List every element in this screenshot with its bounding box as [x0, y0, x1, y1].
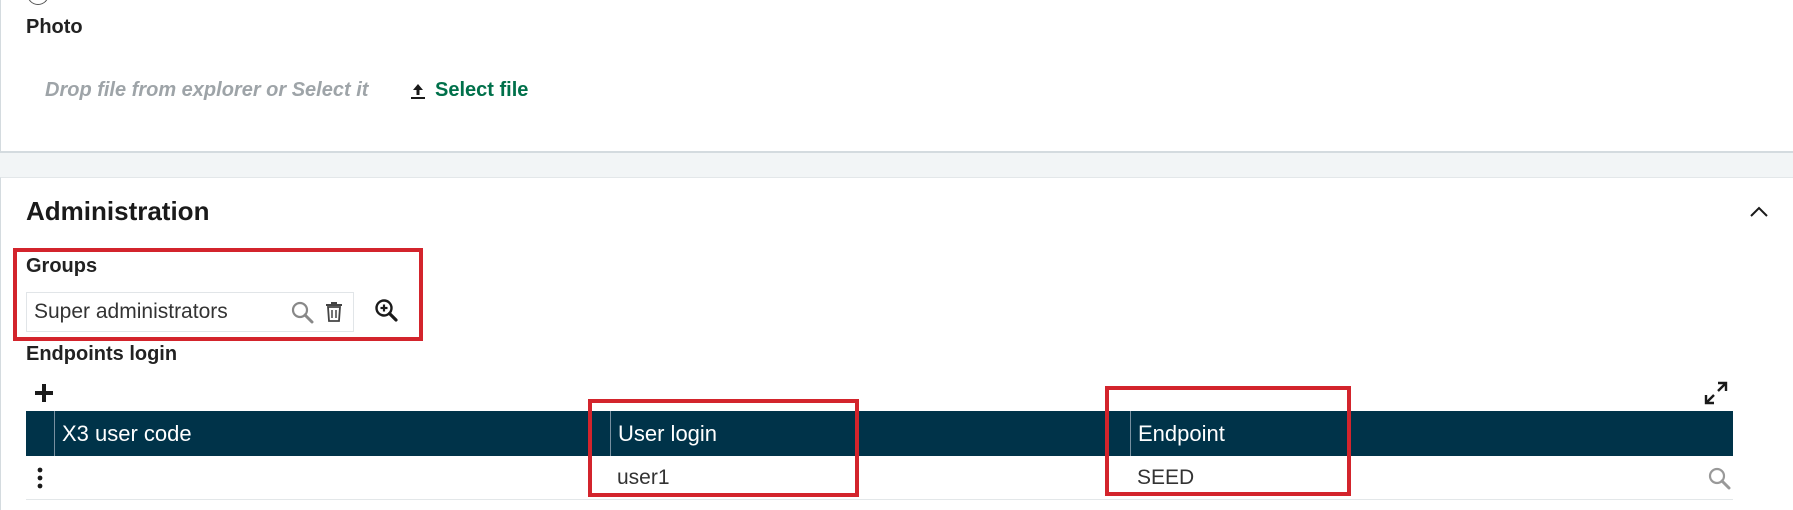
grid-header: X3 user code User login Endpoint [26, 411, 1733, 456]
add-row-button[interactable] [31, 380, 57, 406]
cell-endpoint[interactable]: SEED [1130, 456, 1733, 500]
expand-grid-button[interactable] [1703, 380, 1729, 406]
section-title: Administration [26, 196, 210, 226]
file-drop-zone[interactable]: Drop file from explorer or Select it [45, 79, 368, 102]
vertical-dots-icon [37, 467, 43, 489]
cell-x3-user-code[interactable] [54, 456, 610, 500]
trash-icon[interactable] [321, 299, 347, 325]
column-header-x3-user-code[interactable]: X3 user code [54, 411, 610, 456]
select-file-button[interactable]: Select file [409, 79, 528, 102]
photo-label: Photo [26, 16, 83, 38]
groups-value[interactable]: Super administrators [27, 300, 289, 324]
cell-endpoint-value: SEED [1137, 466, 1195, 489]
endpoints-grid: X3 user code User login Endpoint user1 S… [26, 411, 1733, 500]
radio-button-partial[interactable] [27, 0, 49, 5]
search-icon[interactable] [289, 299, 315, 325]
search-icon[interactable] [1707, 466, 1731, 496]
expand-icon [1704, 381, 1728, 405]
groups-field[interactable]: Super administrators [26, 292, 354, 332]
table-row[interactable]: user1 SEED [26, 456, 1733, 500]
zoom-in-icon [375, 299, 398, 322]
row-actions-button[interactable] [26, 456, 54, 500]
collapse-section-button[interactable] [1746, 202, 1772, 222]
zoom-in-button[interactable] [373, 297, 399, 323]
chevron-up-icon [1750, 206, 1768, 217]
photo-section: Photo Drop file from explorer or Select … [0, 0, 1793, 153]
endpoints-login-label: Endpoints login [26, 343, 178, 365]
upload-icon [409, 81, 427, 101]
select-file-label: Select file [435, 79, 529, 101]
administration-section: Administration Groups Super administrato… [0, 177, 1793, 510]
plus-icon [35, 384, 53, 402]
column-header-user-login[interactable]: User login [610, 411, 1130, 456]
column-header-endpoint[interactable]: Endpoint [1130, 411, 1733, 456]
grid-header-row-menu [26, 411, 54, 456]
cell-user-login[interactable]: user1 [610, 456, 1130, 500]
groups-label: Groups [26, 255, 98, 277]
